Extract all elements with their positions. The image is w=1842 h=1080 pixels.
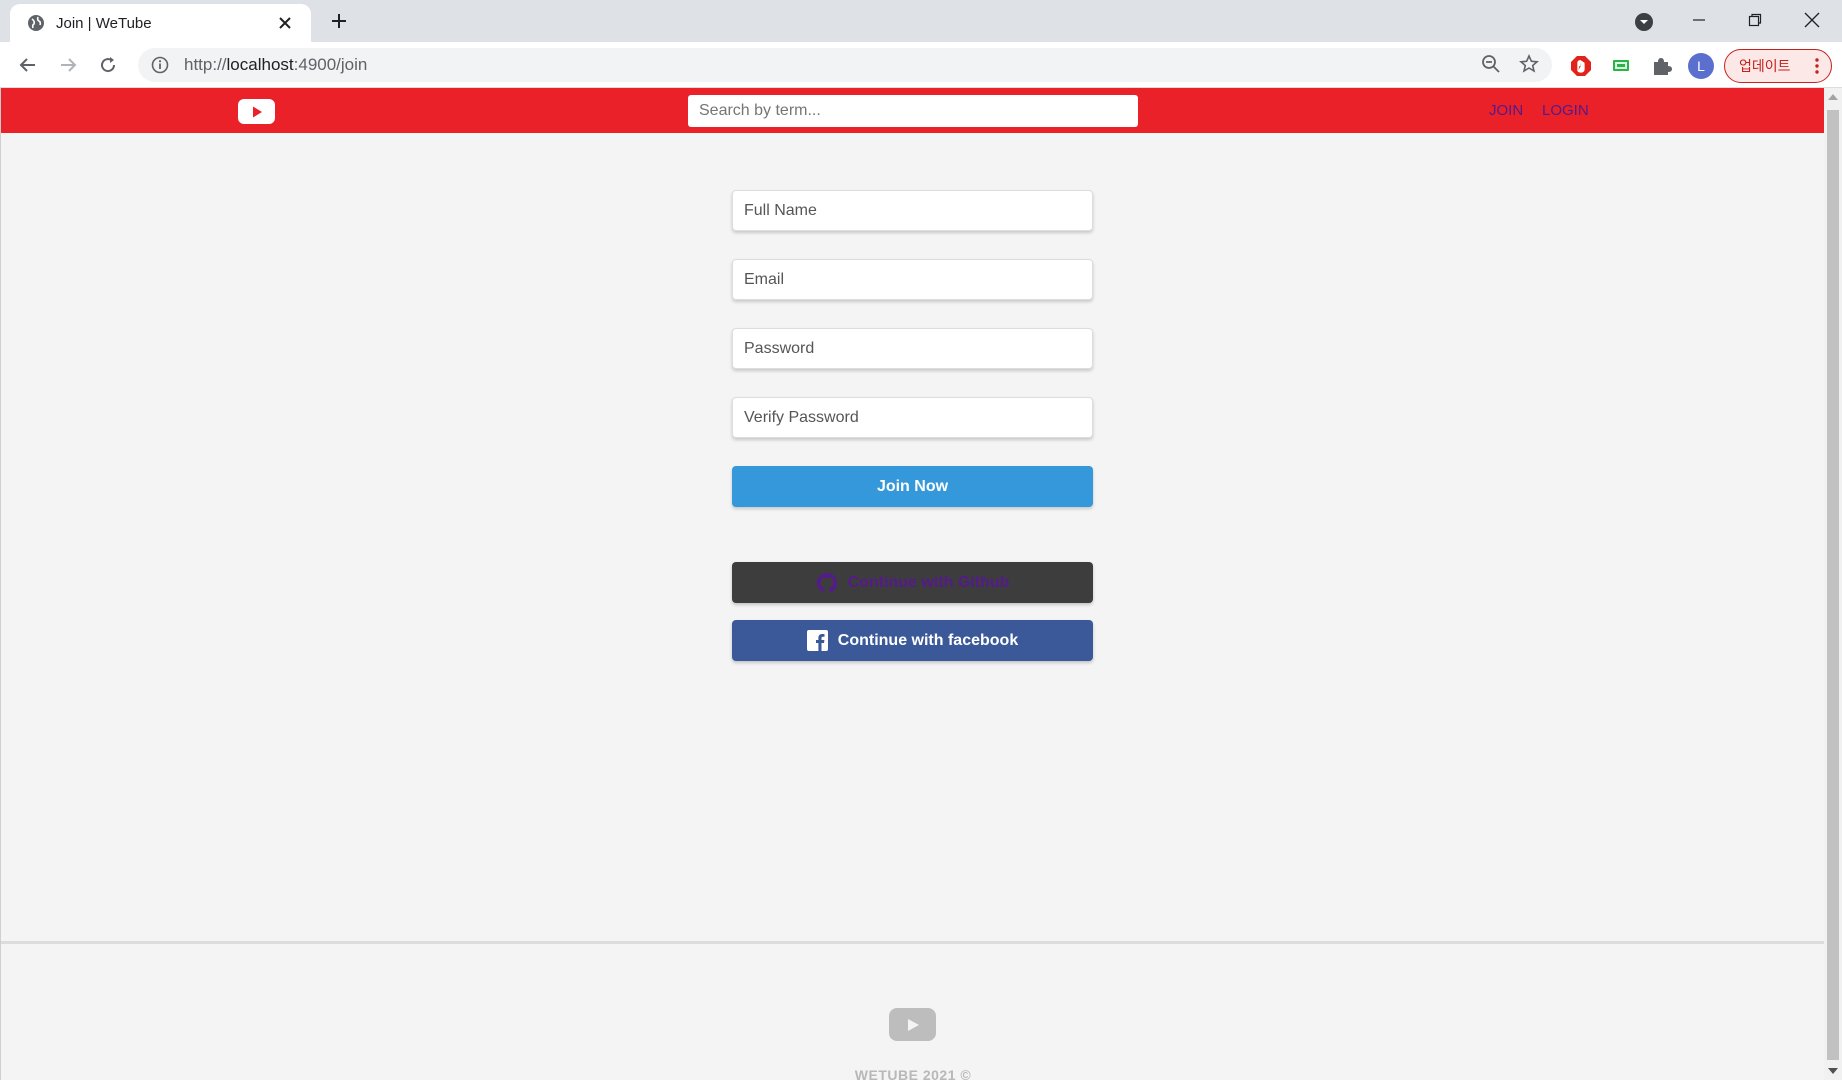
facebook-icon: [806, 630, 828, 651]
globe-icon: [26, 13, 46, 33]
browser-update-button[interactable]: 업데이트: [1724, 49, 1832, 83]
footer-logo: [889, 1008, 936, 1041]
continue-with-github-button[interactable]: Continue with Github: [732, 562, 1093, 603]
github-button-label: Continue with Github: [847, 573, 1010, 591]
more-options-icon[interactable]: [1815, 58, 1819, 77]
play-icon: [907, 1018, 919, 1031]
play-icon: [252, 106, 262, 117]
verify-password-input[interactable]: [732, 397, 1093, 438]
home-logo-link[interactable]: [238, 99, 275, 124]
minimize-icon[interactable]: [1674, 4, 1724, 36]
search-input[interactable]: [688, 95, 1138, 127]
tab-search-dropdown-icon[interactable]: [1632, 10, 1656, 34]
site-info-icon[interactable]: [150, 55, 170, 75]
github-icon: [816, 572, 837, 593]
login-link[interactable]: Login: [1542, 102, 1589, 119]
scroll-down-arrow-icon[interactable]: [1828, 1068, 1838, 1074]
url-text: http://localhost:4900/join: [184, 55, 367, 75]
forward-arrow-icon[interactable]: [54, 51, 82, 79]
zoom-out-icon[interactable]: [1478, 51, 1504, 77]
close-window-icon[interactable]: [1787, 4, 1837, 36]
join-link[interactable]: Join: [1489, 102, 1523, 119]
adblock-extension-icon[interactable]: [1568, 53, 1594, 79]
bookmark-star-icon[interactable]: [1516, 51, 1542, 77]
url-path: :4900/join: [293, 55, 368, 74]
browser-tab-strip: Join | WeTube: [0, 0, 1842, 42]
footer-copyright: WETUBE 2021 ©: [854, 1067, 972, 1080]
footer-divider: [1, 941, 1825, 944]
green-extension-icon[interactable]: [1608, 53, 1634, 79]
facebook-button-label: Continue with facebook: [837, 631, 1019, 649]
join-form: Join Now: [732, 190, 1093, 507]
close-tab-icon[interactable]: [273, 11, 297, 35]
url-host: localhost: [226, 55, 294, 74]
page-viewport: Join Login Join Now Continue with Github…: [0, 88, 1842, 1080]
scroll-up-arrow-icon[interactable]: [1828, 94, 1838, 100]
continue-with-facebook-button[interactable]: Continue with facebook: [732, 620, 1093, 661]
password-input[interactable]: [732, 328, 1093, 369]
update-label: 업데이트: [1739, 58, 1791, 74]
address-bar[interactable]: http://localhost:4900/join: [138, 48, 1552, 82]
reload-icon[interactable]: [94, 51, 122, 79]
profile-avatar[interactable]: L: [1688, 53, 1714, 79]
new-tab-plus-icon[interactable]: [326, 8, 352, 34]
url-scheme: http://: [184, 55, 227, 74]
extensions-puzzle-icon[interactable]: [1648, 53, 1674, 79]
join-now-button[interactable]: Join Now: [732, 466, 1093, 507]
browser-toolbar: http://localhost:4900/join L 업데이트: [0, 42, 1842, 88]
page-scrollbar[interactable]: [1824, 88, 1842, 1080]
site-header: Join Login: [1, 88, 1825, 133]
back-arrow-icon[interactable]: [14, 51, 42, 79]
browser-tab-active[interactable]: Join | WeTube: [10, 4, 311, 42]
tab-title: Join | WeTube: [56, 14, 152, 32]
scrollbar-thumb[interactable]: [1827, 110, 1839, 1060]
full-name-input[interactable]: [732, 190, 1093, 231]
email-input[interactable]: [732, 259, 1093, 300]
restore-window-icon[interactable]: [1730, 4, 1780, 36]
